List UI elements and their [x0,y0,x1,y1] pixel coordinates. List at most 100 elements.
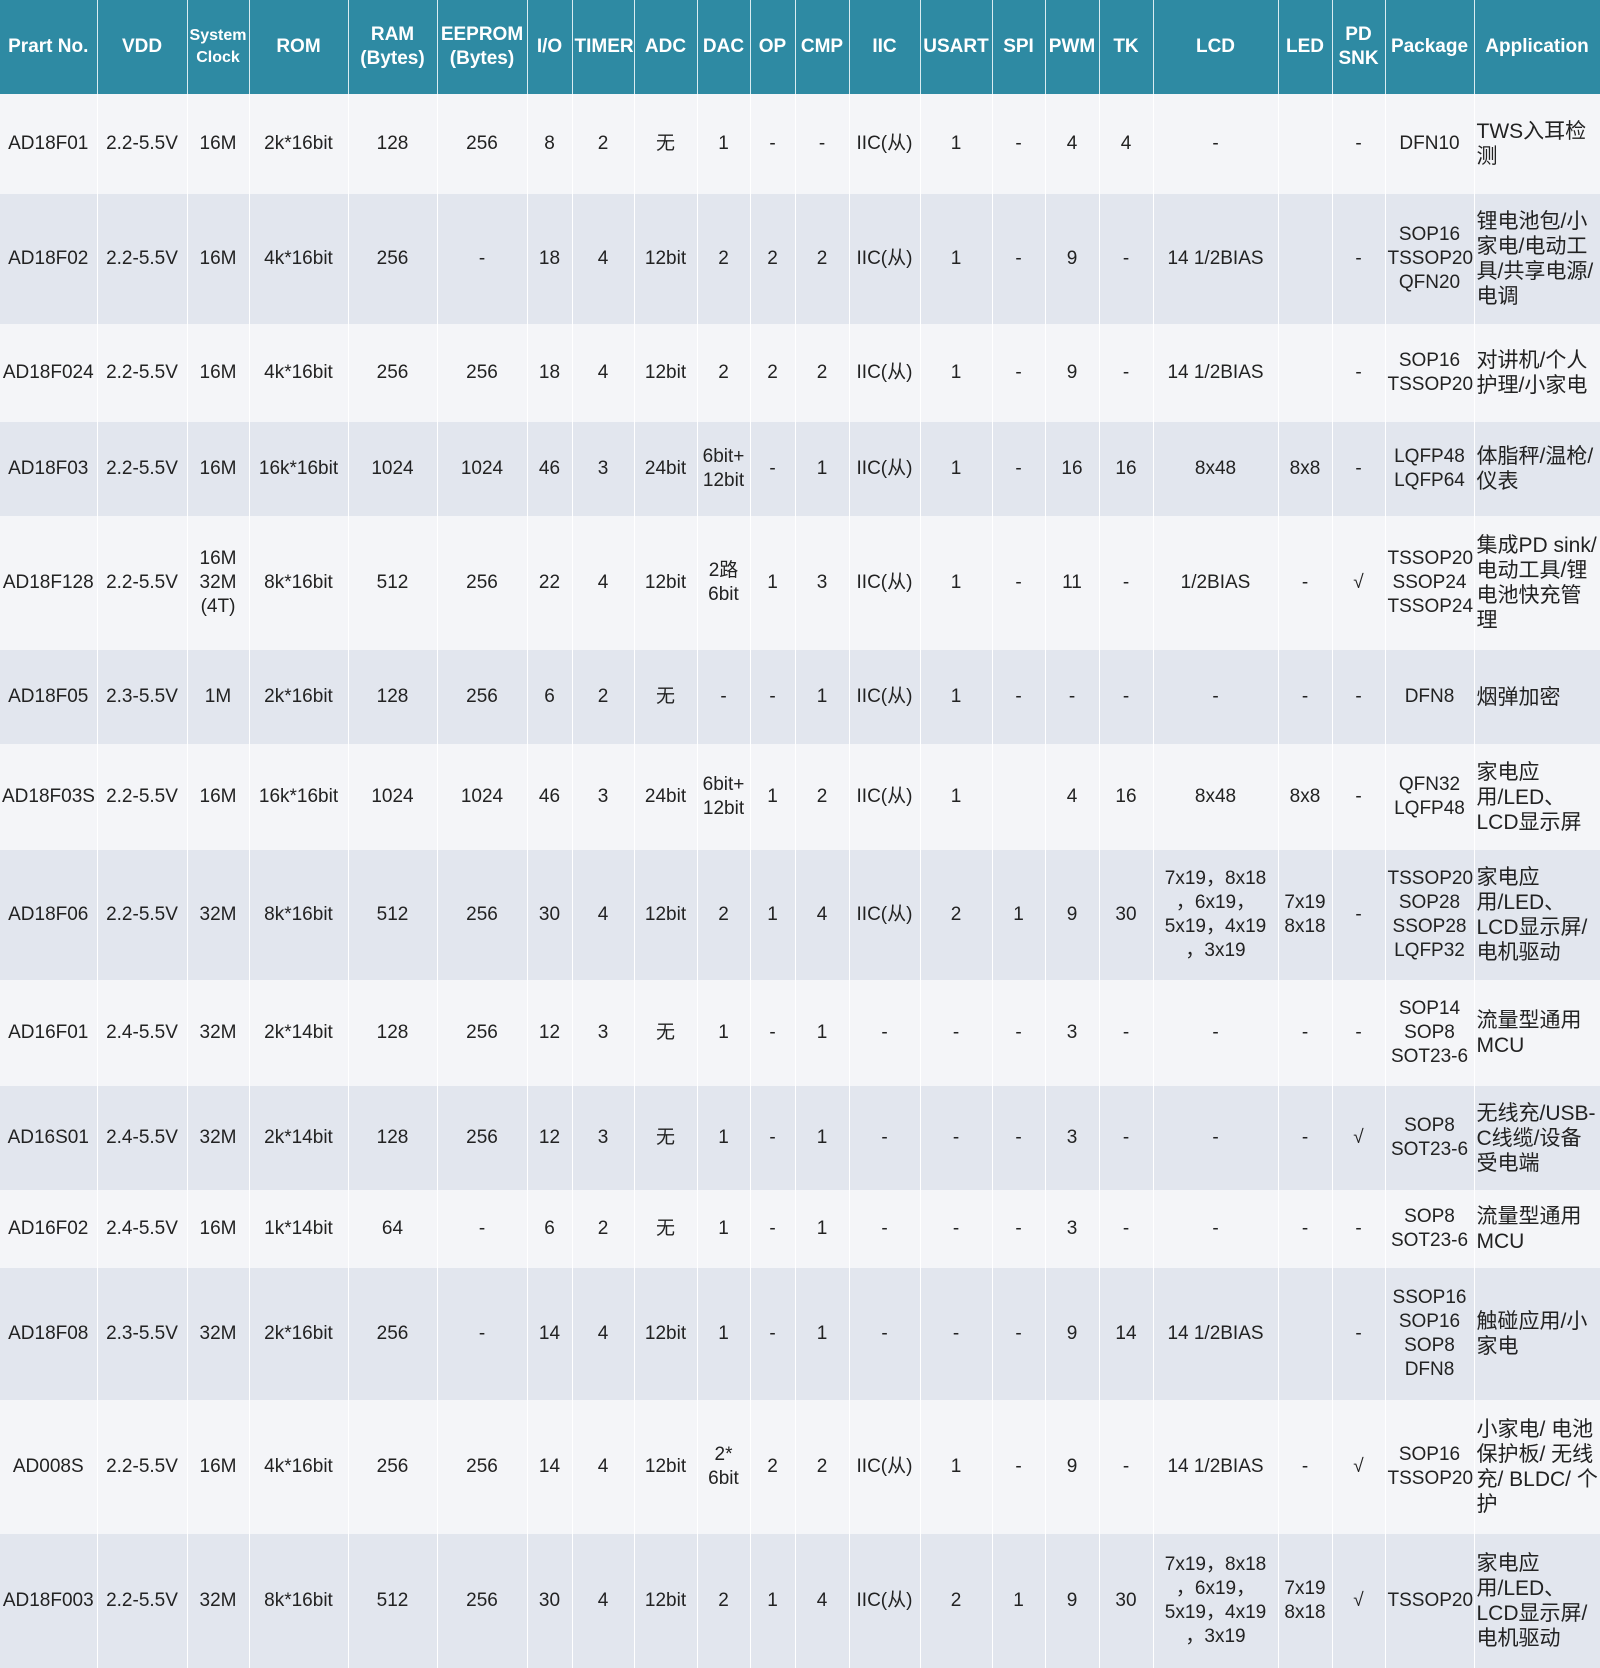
cell-system-clock: 16M [187,422,250,516]
cell-timer: 4 [572,324,635,422]
cell-io: 6 [527,1190,573,1268]
cell-io: 30 [527,850,573,980]
cell-io: 14 [527,1268,573,1400]
cell-dac: 2 [697,324,751,422]
cell-io: 22 [527,516,573,650]
cell-cmp: 4 [795,1534,850,1668]
cell-system-clock: 32M [187,1268,250,1400]
cell-eeprom: 256 [437,1086,528,1190]
cell-cmp: 1 [795,1268,850,1400]
cell-timer: 4 [572,1534,635,1668]
cell-application: 小家电/ 电池保护板/ 无线充/ BLDC/ 个护 [1474,1400,1600,1534]
cell-application: 触碰应用/小家电 [1474,1268,1600,1400]
cell-pd-snk: - [1332,980,1386,1086]
cell-vdd: 2.4-5.5V [97,1190,188,1268]
cell-iic: IIC(从) [849,850,921,980]
cell-led [1278,324,1333,422]
cell-ram: 128 [348,980,438,1086]
cell-op: - [750,650,796,744]
cell-tk: - [1099,1086,1154,1190]
cell-pd-snk: - [1332,744,1386,850]
cell-application: 对讲机/个人护理/小家电 [1474,324,1600,422]
cell-dac: 1 [697,1190,751,1268]
cell-rom: 16k*16bit [249,744,349,850]
cell-vdd: 2.2-5.5V [97,324,188,422]
cell-spi: - [992,324,1046,422]
cell-lcd: 7x19，8x18 ，6x19， 5x19，4x19 ，3x19 [1153,850,1279,980]
table-row: AD18F03S 2.2-5.5V 16M 16k*16bit 1024 1024 46 3 2… [0,744,1600,850]
cell-pwm: 9 [1045,1534,1100,1668]
cell-vdd: 2.2-5.5V [97,422,188,516]
cell-package: TSSOP20 SSOP24 TSSOP24 [1385,516,1475,650]
cell-system-clock: 1M [187,650,250,744]
cell-usart: - [920,980,993,1086]
cell-tk: - [1099,516,1154,650]
col-application: Application [1474,0,1600,94]
cell-system-clock: 16M [187,324,250,422]
cell-usart: 1 [920,324,993,422]
cell-spi [992,744,1046,850]
cell-vdd: 2.4-5.5V [97,980,188,1086]
cell-package: TSSOP20 SOP28 SSOP28 LQFP32 [1385,850,1475,980]
cell-ram: 256 [348,1400,438,1534]
cell-spi: - [992,1400,1046,1534]
cell-spi: - [992,194,1046,324]
cell-timer: 3 [572,422,635,516]
cell-led: 7x19 8x18 [1278,850,1333,980]
cell-lcd: 1/2BIAS [1153,516,1279,650]
cell-application: 家电应用/LED、LCD显示屏/电机驱动 [1474,850,1600,980]
cell-usart: 2 [920,1534,993,1668]
table-body: AD18F01 2.2-5.5V 16M 2k*16bit 128 256 8 2 无 1- - II… [0,94,1600,1668]
cell-timer: 4 [572,516,635,650]
cell-dac: 2 [697,850,751,980]
cell-op: - [750,94,796,194]
cell-pd-snk: √ [1332,1534,1386,1668]
cell-vdd: 2.2-5.5V [97,744,188,850]
cell-dac: 6bit+ 12bit [697,422,751,516]
col-lcd: LCD [1153,0,1279,94]
cell-cmp: - [795,94,850,194]
cell-part-no: AD18F06 [0,850,98,980]
cell-eeprom: 256 [437,850,528,980]
cell-cmp: 3 [795,516,850,650]
cell-iic: - [849,1086,921,1190]
col-tk: TK [1099,0,1154,94]
cell-led: - [1278,1400,1333,1534]
cell-timer: 4 [572,850,635,980]
cell-op: - [750,980,796,1086]
cell-cmp: 4 [795,850,850,980]
cell-ram: 128 [348,1086,438,1190]
col-pd-snk: PD SNK [1332,0,1386,94]
cell-led: 7x19 8x18 [1278,1534,1333,1668]
cell-part-no: AD18F003 [0,1534,98,1668]
cell-iic: IIC(从) [849,516,921,650]
cell-adc: 无 [634,980,698,1086]
cell-adc: 12bit [634,1268,698,1400]
cell-op: 1 [750,850,796,980]
cell-part-no: AD18F128 [0,516,98,650]
cell-timer: 2 [572,650,635,744]
table-row: AD18F003 2.2-5.5V 32M 8k*16bit 512 256 30 4 12bi… [0,1534,1600,1668]
cell-application: 家电应用/LED、LCD显示屏/电机驱动 [1474,1534,1600,1668]
cell-iic: IIC(从) [849,194,921,324]
cell-part-no: AD18F02 [0,194,98,324]
table-row: AD18F05 2.3-5.5V 1M 2k*16bit 128 256 6 2 无 - -1 IIC… [0,650,1600,744]
cell-package: SSOP16 SOP16 SOP8 DFN8 [1385,1268,1475,1400]
cell-spi: - [992,1086,1046,1190]
table-row: AD18F06 2.2-5.5V 32M 8k*16bit 512 256 30 4 12bit… [0,850,1600,980]
table-row: AD18F128 2.2-5.5V 16M 32M (4T) 8k*16bit 512 2… [0,516,1600,650]
cell-pwm: 9 [1045,194,1100,324]
cell-eeprom: - [437,194,528,324]
cell-pd-snk: - [1332,422,1386,516]
cell-tk: 30 [1099,850,1154,980]
col-dac: DAC [697,0,751,94]
table-row: AD18F08 2.3-5.5V 32M 2k*16bit 256-14 4 12bit 1-… [0,1268,1600,1400]
cell-application: 体脂秤/温枪/仪表 [1474,422,1600,516]
cell-dac: - [697,650,751,744]
col-package: Package [1385,0,1475,94]
col-cmp: CMP [795,0,850,94]
cell-cmp: 2 [795,744,850,850]
cell-eeprom: 1024 [437,744,528,850]
cell-pwm: 9 [1045,324,1100,422]
cell-tk: 16 [1099,744,1154,850]
